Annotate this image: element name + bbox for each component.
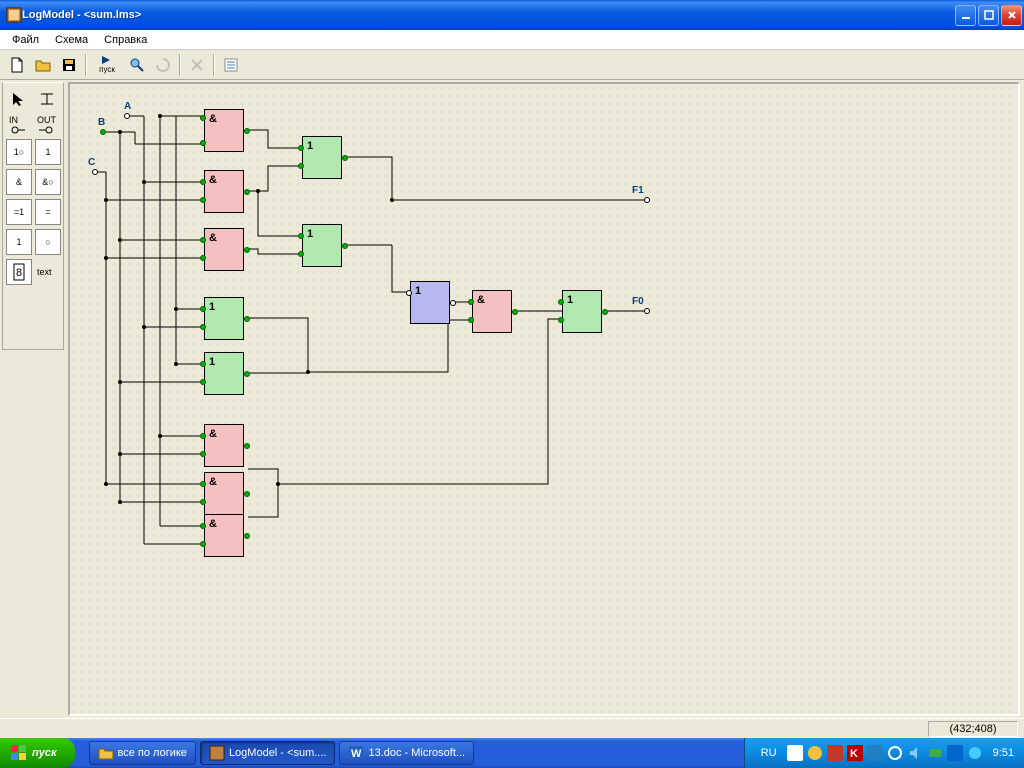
nor-gate-tool[interactable]: ○ [35, 229, 61, 255]
menu-schema[interactable]: Схема [47, 32, 96, 48]
window-title: LogModel - <sum.lms> [22, 9, 953, 21]
minimize-button[interactable] [955, 5, 976, 26]
tray-icon-9[interactable] [947, 745, 963, 761]
menu-help[interactable]: Справка [96, 32, 155, 48]
tray-icon-8[interactable] [927, 745, 943, 761]
tray-icon-k[interactable]: K [847, 745, 863, 761]
and-gate-3[interactable]: & [204, 228, 244, 271]
canvas-wrap: A B C & & & 1 1 1 [68, 82, 1020, 716]
taskbar-btn-folder[interactable]: все по логике [89, 741, 196, 765]
taskbar-btn-word[interactable]: W 13.doc - Microsoft... [339, 741, 474, 765]
titlebar: LogModel - <sum.lms> [0, 0, 1024, 30]
input-c-pin[interactable] [92, 169, 98, 175]
toolbar-sep2 [179, 54, 181, 76]
system-tray: RU K 9:51 [744, 738, 1024, 768]
pointer-tool[interactable] [6, 86, 32, 112]
tray-volume-icon[interactable] [907, 745, 923, 761]
list-button[interactable] [219, 53, 243, 77]
and-gate-tool[interactable]: & [6, 169, 32, 195]
refresh-button[interactable] [151, 53, 175, 77]
close-button[interactable] [1001, 5, 1022, 26]
xor-gate-tool[interactable]: =1 [6, 199, 32, 225]
tool-palette: IN OUT 1○ 1 & &○ =1 = 1 ○ 8 text [2, 82, 64, 350]
output-f0-label: F0 [632, 296, 644, 307]
toolbar-sep3 [213, 54, 215, 76]
tray-icon-3[interactable] [827, 745, 843, 761]
save-button[interactable] [57, 53, 81, 77]
open-button[interactable] [31, 53, 55, 77]
wire-tool[interactable] [35, 86, 61, 112]
tray-icon-1[interactable] [787, 745, 803, 761]
word-icon: W [348, 745, 364, 761]
windows-icon [10, 744, 28, 762]
text-tool-label[interactable]: text [37, 267, 52, 277]
input-a-pin[interactable] [124, 113, 130, 119]
tray-icon-6[interactable] [887, 745, 903, 761]
canvas[interactable]: A B C & & & 1 1 1 [70, 84, 1018, 714]
and-gate-4[interactable]: & [204, 424, 244, 467]
new-button[interactable] [5, 53, 29, 77]
statusbar: (432;408) [0, 718, 1024, 738]
taskbar: пуск все по логике LogModel - <sum.... W… [0, 738, 1024, 768]
nand-gate-tool[interactable]: &○ [35, 169, 61, 195]
menu-file[interactable]: Файл [4, 32, 47, 48]
and-gate-5[interactable]: & [204, 514, 244, 557]
start-button[interactable]: пуск [0, 738, 75, 768]
toolbar: пуск [0, 50, 1024, 80]
svg-text:W: W [351, 748, 362, 760]
display-tool[interactable]: 8 [6, 259, 32, 285]
tray-icon-10[interactable] [967, 745, 983, 761]
and-gate-4b[interactable]: & [204, 472, 244, 515]
output-f0-pin[interactable] [644, 308, 650, 314]
output-f1-pin[interactable] [644, 197, 650, 203]
app-icon [6, 7, 22, 23]
toolbar-sep [85, 54, 87, 76]
out-label: OUT [37, 115, 56, 125]
and-gate-1[interactable]: & [204, 109, 244, 152]
out-tool[interactable] [39, 125, 53, 137]
output-f1-label: F1 [632, 185, 644, 196]
or-gate-final[interactable]: 1 [562, 290, 602, 333]
lang-indicator[interactable]: RU [757, 747, 781, 759]
maximize-button[interactable] [978, 5, 999, 26]
or-gate-tool[interactable]: 1 [6, 229, 32, 255]
not-gate[interactable]: 1 [410, 281, 450, 324]
input-b-pin[interactable] [100, 129, 106, 135]
zoom-button[interactable] [125, 53, 149, 77]
tray-icon-2[interactable] [807, 745, 823, 761]
and-gate-2[interactable]: & [204, 170, 244, 213]
coords-cell: (432;408) [928, 721, 1018, 737]
buf-gate-1[interactable]: 1 [204, 297, 244, 340]
folder-icon [98, 745, 114, 761]
svg-text:K: K [850, 748, 858, 760]
input-b-label: B [98, 117, 105, 128]
buf-gate-2[interactable]: 1 [204, 352, 244, 395]
delete-button[interactable] [185, 53, 209, 77]
input-a-label: A [124, 101, 131, 112]
not-gate-tool[interactable]: 1○ [6, 139, 32, 165]
or-gate-1[interactable]: 1 [302, 136, 342, 179]
tray-icon-5[interactable] [867, 745, 883, 761]
svg-text:8: 8 [16, 267, 22, 279]
app-icon [209, 745, 225, 761]
in-label: IN [9, 115, 18, 125]
input-c-label: C [88, 157, 95, 168]
and-gate-6[interactable]: & [472, 290, 512, 333]
clock[interactable]: 9:51 [993, 747, 1014, 759]
run-button[interactable]: пуск [91, 53, 123, 77]
in-tool[interactable] [11, 125, 25, 137]
buf-gate-tool[interactable]: 1 [35, 139, 61, 165]
xnor-gate-tool[interactable]: = [35, 199, 61, 225]
taskbar-btn-logmodel[interactable]: LogModel - <sum.... [200, 741, 336, 765]
or-gate-2[interactable]: 1 [302, 224, 342, 267]
menubar: Файл Схема Справка [0, 30, 1024, 50]
workarea: IN OUT 1○ 1 & &○ =1 = 1 ○ 8 text [0, 80, 1024, 718]
